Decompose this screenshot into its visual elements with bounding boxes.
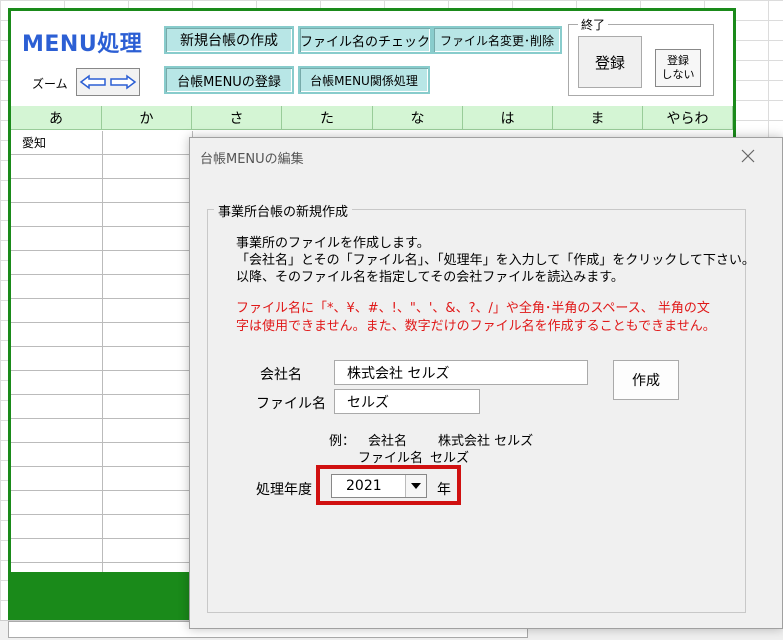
fiscal-year-label: 処理年度 bbox=[256, 482, 312, 498]
filename-label: ファイル名 bbox=[256, 396, 326, 412]
column-header-ka[interactable]: か bbox=[102, 106, 192, 130]
dialog-title: 台帳MENUの編集 bbox=[200, 152, 304, 167]
close-button[interactable] bbox=[736, 144, 760, 168]
fiscal-year-select[interactable]: 2021 bbox=[331, 474, 427, 498]
fiscal-year-value: 2021 bbox=[346, 478, 382, 494]
no-register-label-line2: しない bbox=[661, 68, 695, 81]
year-suffix: 年 bbox=[437, 482, 451, 498]
column-divider bbox=[102, 131, 103, 572]
menu-title: MENU処理 bbox=[22, 32, 143, 57]
example-prefix: 例： bbox=[329, 434, 356, 449]
warning-line-1: ファイル名に「*、¥、#、!、"、'、&、?、/」や全角･半角のスペース、 半角… bbox=[236, 301, 710, 316]
filename-input[interactable]: セルズ bbox=[334, 389, 480, 414]
exit-group-legend: 終了 bbox=[578, 16, 609, 33]
list-item[interactable]: 愛知 bbox=[22, 134, 46, 151]
groupbox-title: 事業所台帳の新規作成 bbox=[214, 201, 353, 220]
chevron-down-icon bbox=[411, 483, 421, 489]
instruction-line-3: 以降、そのファイル名を指定してその会社ファイルを読込みます。 bbox=[236, 270, 624, 285]
column-header-ta[interactable]: た bbox=[282, 106, 373, 130]
example-filename-label: ファイル名 bbox=[358, 451, 424, 466]
dropdown-button[interactable] bbox=[405, 475, 426, 497]
ledger-menu-related-button[interactable]: 台帳MENU関係処理 bbox=[298, 66, 430, 94]
example-filename-value: セルズ bbox=[430, 451, 470, 466]
ledger-menu-register-button[interactable]: 台帳MENUの登録 bbox=[164, 66, 294, 94]
no-register-button[interactable]: 登録 しない bbox=[655, 49, 701, 87]
column-header-a[interactable]: あ bbox=[11, 106, 102, 130]
column-header-sa[interactable]: さ bbox=[192, 106, 282, 130]
warning-line-2: 字は使用できません。また、数字だけのファイル名を作成することもできません。 bbox=[236, 319, 716, 334]
register-button[interactable]: 登録 bbox=[578, 36, 642, 88]
company-name-label: 会社名 bbox=[260, 367, 302, 383]
create-button[interactable]: 作成 bbox=[613, 360, 679, 400]
zoom-button[interactable] bbox=[76, 68, 140, 96]
column-header-ha[interactable]: は bbox=[463, 106, 553, 130]
arrow-right-icon bbox=[110, 74, 137, 90]
zoom-label: ズーム bbox=[32, 77, 68, 91]
column-header-yarawa[interactable]: やらわ bbox=[643, 106, 733, 130]
filename-check-button[interactable]: ファイル名のチェック bbox=[298, 26, 432, 54]
rename-delete-button[interactable]: ファイル名変更･削除 bbox=[432, 26, 562, 54]
no-register-label-line1: 登録 bbox=[667, 54, 689, 67]
column-header-na[interactable]: な bbox=[373, 106, 463, 130]
new-ledger-button[interactable]: 新規台帳の作成 bbox=[164, 26, 294, 54]
column-header-ma[interactable]: ま bbox=[553, 106, 643, 130]
arrow-left-icon bbox=[79, 74, 106, 90]
close-icon bbox=[741, 149, 755, 163]
company-name-input[interactable]: 株式会社 セルズ bbox=[334, 360, 588, 385]
